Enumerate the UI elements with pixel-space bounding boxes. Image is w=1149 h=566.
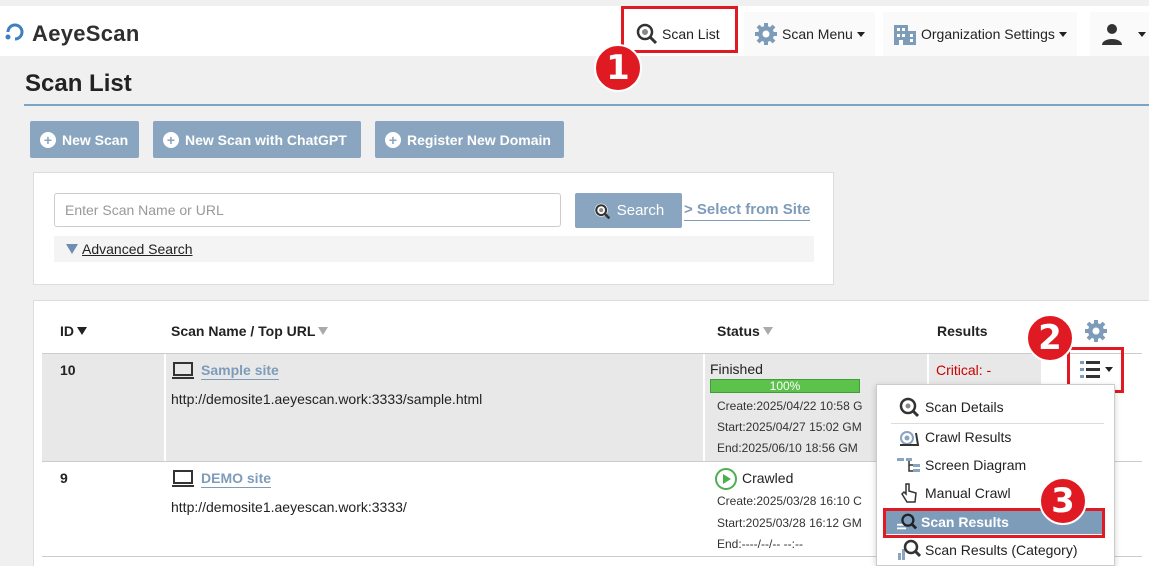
start-date: Start:2025/03/28 16:12 GM <box>717 516 862 530</box>
new-scan-button[interactable]: + New Scan <box>30 121 139 158</box>
user-menu[interactable] <box>1090 12 1149 56</box>
register-domain-button[interactable]: + Register New Domain <box>375 121 564 158</box>
scan-name-link[interactable]: Sample site <box>201 362 279 380</box>
monitor-icon <box>172 470 194 491</box>
top-nav: AeyeScan Scan List Scan Menu Organizatio… <box>0 0 1149 56</box>
plus-icon: + <box>163 131 179 148</box>
row-id: 10 <box>60 362 76 378</box>
scan-url: http://demosite1.aeyescan.work:3333/samp… <box>171 391 483 407</box>
app-name: AeyeScan <box>32 21 140 46</box>
end-date: End:2025/06/10 18:56 GM <box>717 441 858 455</box>
new-scan-label: New Scan <box>62 131 129 148</box>
plus-icon: + <box>385 131 401 148</box>
column-settings-gear-icon[interactable] <box>1084 319 1108 348</box>
step-badge-2: 2 <box>1026 314 1074 362</box>
nav-org-settings[interactable]: Organization Settings <box>883 12 1077 56</box>
register-domain-label: Register New Domain <box>407 131 551 148</box>
menu-item-label: Scan Details <box>925 399 1004 415</box>
page-title: Scan List <box>25 70 132 97</box>
nav-org-settings-label: Organization Settings <box>921 26 1055 42</box>
search-panel: Search > Select from Site Advanced Searc… <box>33 172 834 285</box>
sort-icon <box>318 327 329 335</box>
scan-url: http://demosite1.aeyescan.work:3333/ <box>171 499 407 515</box>
create-date: Create:2025/03/28 16:10 C <box>717 494 862 508</box>
status-text: Finished <box>710 361 763 377</box>
title-divider <box>24 104 1149 106</box>
end-date: End:----/--/-- --:-- <box>717 537 803 551</box>
menu-item-label: Crawl Results <box>925 429 1012 445</box>
gear-icon <box>754 22 778 46</box>
search-input[interactable] <box>54 193 561 227</box>
menu-divider <box>891 423 1104 424</box>
menu-item-screen-diagram[interactable]: Screen Diagram <box>897 453 1107 477</box>
app-logo[interactable]: AeyeScan <box>4 19 140 49</box>
chevron-down-icon <box>856 31 865 37</box>
row-id: 9 <box>60 470 68 486</box>
menu-item-scan-details[interactable]: Scan Details <box>897 395 1107 419</box>
monitor-icon <box>172 362 194 383</box>
start-date: Start:2025/04/27 15:02 GM <box>717 420 862 434</box>
step-badge-1: 1 <box>594 44 642 92</box>
menu-item-label: Screen Diagram <box>925 457 1027 473</box>
select-from-site-link[interactable]: > Select from Site <box>684 201 811 221</box>
crawled-play-icon <box>714 467 738 494</box>
column-header-id-label: ID <box>60 323 74 339</box>
sort-desc-icon <box>77 327 87 335</box>
hand-pointer-icon <box>897 482 921 504</box>
chevron-down-icon <box>1138 31 1146 37</box>
column-header-name-label: Scan Name / Top URL <box>171 323 316 339</box>
new-scan-chatgpt-label: New Scan with ChatGPT <box>185 131 347 148</box>
highlight-scan-list <box>621 6 738 53</box>
column-header-id[interactable]: ID <box>60 323 87 339</box>
row-actions-dropdown: Scan Details Crawl Results Screen Diagra… <box>876 384 1115 566</box>
scan-name-link[interactable]: DEMO site <box>201 470 272 488</box>
building-icon <box>893 22 917 46</box>
search-button-label: Search <box>616 202 665 219</box>
nav-scan-menu[interactable]: Scan Menu <box>744 12 875 56</box>
scan-magnifier-icon <box>897 396 921 418</box>
column-header-results: Results <box>937 323 988 339</box>
user-icon <box>1100 22 1124 46</box>
nav-scan-menu-label: Scan Menu <box>782 26 853 42</box>
sort-icon <box>762 327 773 335</box>
column-header-status-label: Status <box>717 323 760 339</box>
logo-icon <box>4 21 26 48</box>
chart-magnifier-icon <box>897 539 921 561</box>
column-header-status[interactable]: Status <box>717 323 773 339</box>
snail-icon <box>897 427 921 447</box>
menu-item-label: Scan Results (Category) <box>925 542 1078 558</box>
menu-item-label: Manual Crawl <box>925 485 1011 501</box>
status-text: Crawled <box>742 470 794 486</box>
advanced-search-link[interactable]: Advanced Search <box>82 241 193 257</box>
menu-item-crawl-results[interactable]: Crawl Results <box>897 425 1107 449</box>
step-badge-3: 3 <box>1039 477 1087 525</box>
search-button[interactable]: Search <box>575 193 682 228</box>
diagram-icon <box>897 456 921 474</box>
create-date: Create:2025/04/22 10:58 G <box>717 399 863 413</box>
new-scan-chatgpt-button[interactable]: + New Scan with ChatGPT <box>153 121 361 158</box>
progress-bar: 100% <box>710 379 860 393</box>
advanced-search-bar[interactable]: Advanced Search <box>54 236 814 262</box>
column-header-name[interactable]: Scan Name / Top URL <box>171 323 329 339</box>
scan-magnifier-icon <box>593 202 611 220</box>
plus-icon: + <box>40 131 56 148</box>
triangle-down-icon <box>66 244 78 254</box>
column-header-results-label: Results <box>937 323 988 339</box>
chevron-down-icon <box>1058 31 1067 37</box>
menu-item-scan-results-category[interactable]: Scan Results (Category) <box>897 538 1107 562</box>
results-critical: Critical: - <box>936 362 992 378</box>
